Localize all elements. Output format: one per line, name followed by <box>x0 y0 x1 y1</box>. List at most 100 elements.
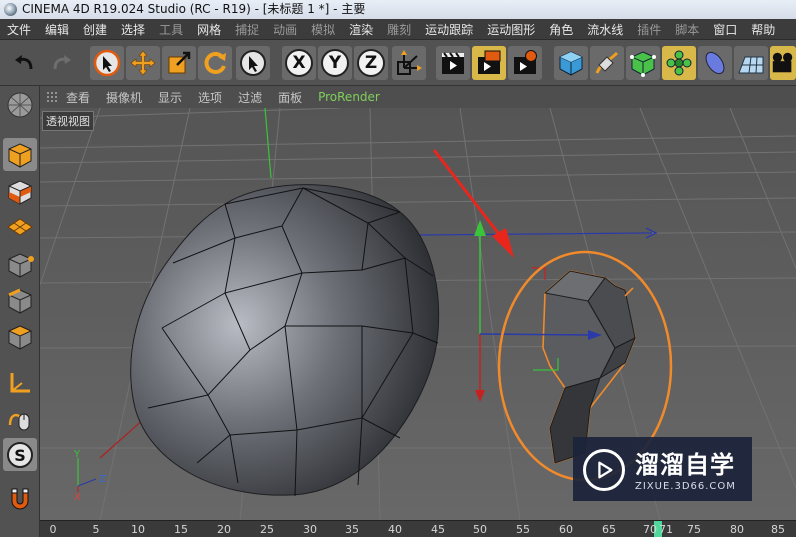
cloner-button[interactable] <box>662 46 696 80</box>
axis-label-z: Z <box>99 474 106 485</box>
camera-icon <box>772 52 793 73</box>
cube-icon <box>559 51 583 76</box>
scale-button[interactable] <box>162 46 196 80</box>
camera-button[interactable] <box>770 46 796 80</box>
timeline-tick: 10 <box>131 523 145 536</box>
menu-mograph[interactable]: 运动图形 <box>480 21 542 38</box>
menu-file[interactable]: 文件 <box>0 21 38 38</box>
coordinate-system-button[interactable] <box>392 46 426 80</box>
menu-create[interactable]: 创建 <box>76 21 114 38</box>
menu-render[interactable]: 渲染 <box>342 21 380 38</box>
x-axis-lock-button[interactable]: X <box>282 46 316 80</box>
watermark-title: 溜溜自学 <box>635 451 735 479</box>
texture-mode-button[interactable] <box>3 175 37 208</box>
deformer-icon <box>705 51 725 75</box>
live-selection-button[interactable] <box>90 46 124 80</box>
last-tool-button[interactable] <box>236 46 270 80</box>
snap-toggle[interactable]: S <box>3 438 37 471</box>
magnet-icon <box>11 488 29 509</box>
menu-motion-tracking[interactable]: 运动跟踪 <box>418 21 480 38</box>
menu-sculpt[interactable]: 雕刻 <box>380 21 418 38</box>
viewport-menu-view[interactable]: 查看 <box>66 89 90 106</box>
timeline-tick: 15 <box>174 523 188 536</box>
floor-button[interactable] <box>734 46 768 80</box>
menu-plugins[interactable]: 插件 <box>630 21 668 38</box>
scale-icon <box>168 51 191 74</box>
workplane-mode-icon <box>7 217 33 236</box>
cinema4d-app-icon <box>4 3 17 16</box>
x-axis-lock-icon: X <box>285 49 313 77</box>
menu-animate[interactable]: 动画 <box>266 21 304 38</box>
timeline-tick: 45 <box>431 523 445 536</box>
menu-simulate[interactable]: 模拟 <box>304 21 342 38</box>
viewport-label: 透视视图 <box>42 111 94 131</box>
timeline-tick: 50 <box>473 523 487 536</box>
polygons-mode-button[interactable] <box>3 320 37 353</box>
viewport-menu-panel[interactable]: 面板 <box>278 89 302 106</box>
axis-label-x: X <box>74 492 81 503</box>
pen-tool-button[interactable] <box>590 46 624 80</box>
z-axis-lock-button[interactable]: Z <box>354 46 388 80</box>
workplane-mode-button[interactable] <box>3 210 37 243</box>
deformer-button[interactable] <box>698 46 732 80</box>
timeline-ruler[interactable]: 0 5 10 15 20 25 30 35 40 45 50 55 60 65 … <box>40 520 796 537</box>
menu-window[interactable]: 窗口 <box>706 21 744 38</box>
watermark-play-logo-icon <box>583 449 625 491</box>
undo-button[interactable] <box>8 46 42 80</box>
timeline-tick: 0 <box>49 523 57 536</box>
menu-tools[interactable]: 工具 <box>152 21 190 38</box>
snap-icon: S <box>7 441 33 468</box>
redo-icon <box>53 55 71 70</box>
points-mode-button[interactable] <box>3 248 37 281</box>
y-axis-lock-icon: Y <box>321 49 349 77</box>
live-selection-icon <box>93 49 121 77</box>
site-watermark: 溜溜自学 ZIXUE.3D66.COM <box>573 437 752 501</box>
viewport-menu-prorender[interactable]: ProRender <box>318 90 380 104</box>
menu-pipeline[interactable]: 流水线 <box>580 21 630 38</box>
model-mode-button[interactable] <box>3 138 37 171</box>
timeline-tick: 5 <box>92 523 100 536</box>
menu-edit[interactable]: 编辑 <box>38 21 76 38</box>
move-button[interactable] <box>126 46 160 80</box>
render-picture-viewer-button[interactable] <box>472 46 506 80</box>
tweak-mode-button[interactable] <box>3 402 37 435</box>
timeline-tick: 40 <box>388 523 402 536</box>
edges-mode-button[interactable] <box>3 284 37 317</box>
magnet-tool-button[interactable] <box>3 482 37 515</box>
subdivision-icon <box>630 51 656 77</box>
redo-button[interactable] <box>44 46 78 80</box>
axis-label-y: Y <box>73 449 81 460</box>
menu-character[interactable]: 角色 <box>542 21 580 38</box>
model-mode-icon <box>7 92 33 117</box>
axis-mode-button[interactable] <box>3 366 37 399</box>
viewport-menu-display[interactable]: 显示 <box>158 89 182 106</box>
watermark-url: ZIXUE.3D66.COM <box>635 481 736 492</box>
render-picture-viewer-icon <box>478 50 501 74</box>
render-settings-button[interactable] <box>508 46 542 80</box>
timeline-tick: 60 <box>559 523 573 536</box>
last-tool-icon <box>240 50 266 76</box>
viewport-menu-bar: 查看 摄像机 显示 选项 过滤 面板 ProRender <box>40 86 796 108</box>
render-view-button[interactable] <box>436 46 470 80</box>
coordinate-system-icon <box>397 50 422 75</box>
rotate-button[interactable] <box>198 46 232 80</box>
y-axis-lock-button[interactable]: Y <box>318 46 352 80</box>
viewport-menu-filter[interactable]: 过滤 <box>238 89 262 106</box>
menu-mesh[interactable]: 网格 <box>190 21 228 38</box>
drag-handle-icon[interactable] <box>46 91 58 103</box>
viewport-menu-options[interactable]: 选项 <box>198 89 222 106</box>
model-mode-icon <box>8 142 32 168</box>
subdivision-surface-button[interactable] <box>626 46 660 80</box>
menu-script[interactable]: 脚本 <box>668 21 706 38</box>
menu-select[interactable]: 选择 <box>114 21 152 38</box>
move-icon <box>130 50 156 76</box>
menu-snap[interactable]: 捕捉 <box>228 21 266 38</box>
mode-palette: S <box>0 86 40 537</box>
use-sphere-button[interactable] <box>3 88 37 121</box>
menu-help[interactable]: 帮助 <box>744 21 782 38</box>
add-cube-button[interactable] <box>554 46 588 80</box>
viewport-menu-cameras[interactable]: 摄像机 <box>106 89 142 106</box>
window-title-bar: CINEMA 4D R19.024 Studio (RC - R19) - [未… <box>0 0 796 19</box>
command-toolbar: X Y Z <box>0 40 796 86</box>
svg-text:S: S <box>14 446 26 465</box>
